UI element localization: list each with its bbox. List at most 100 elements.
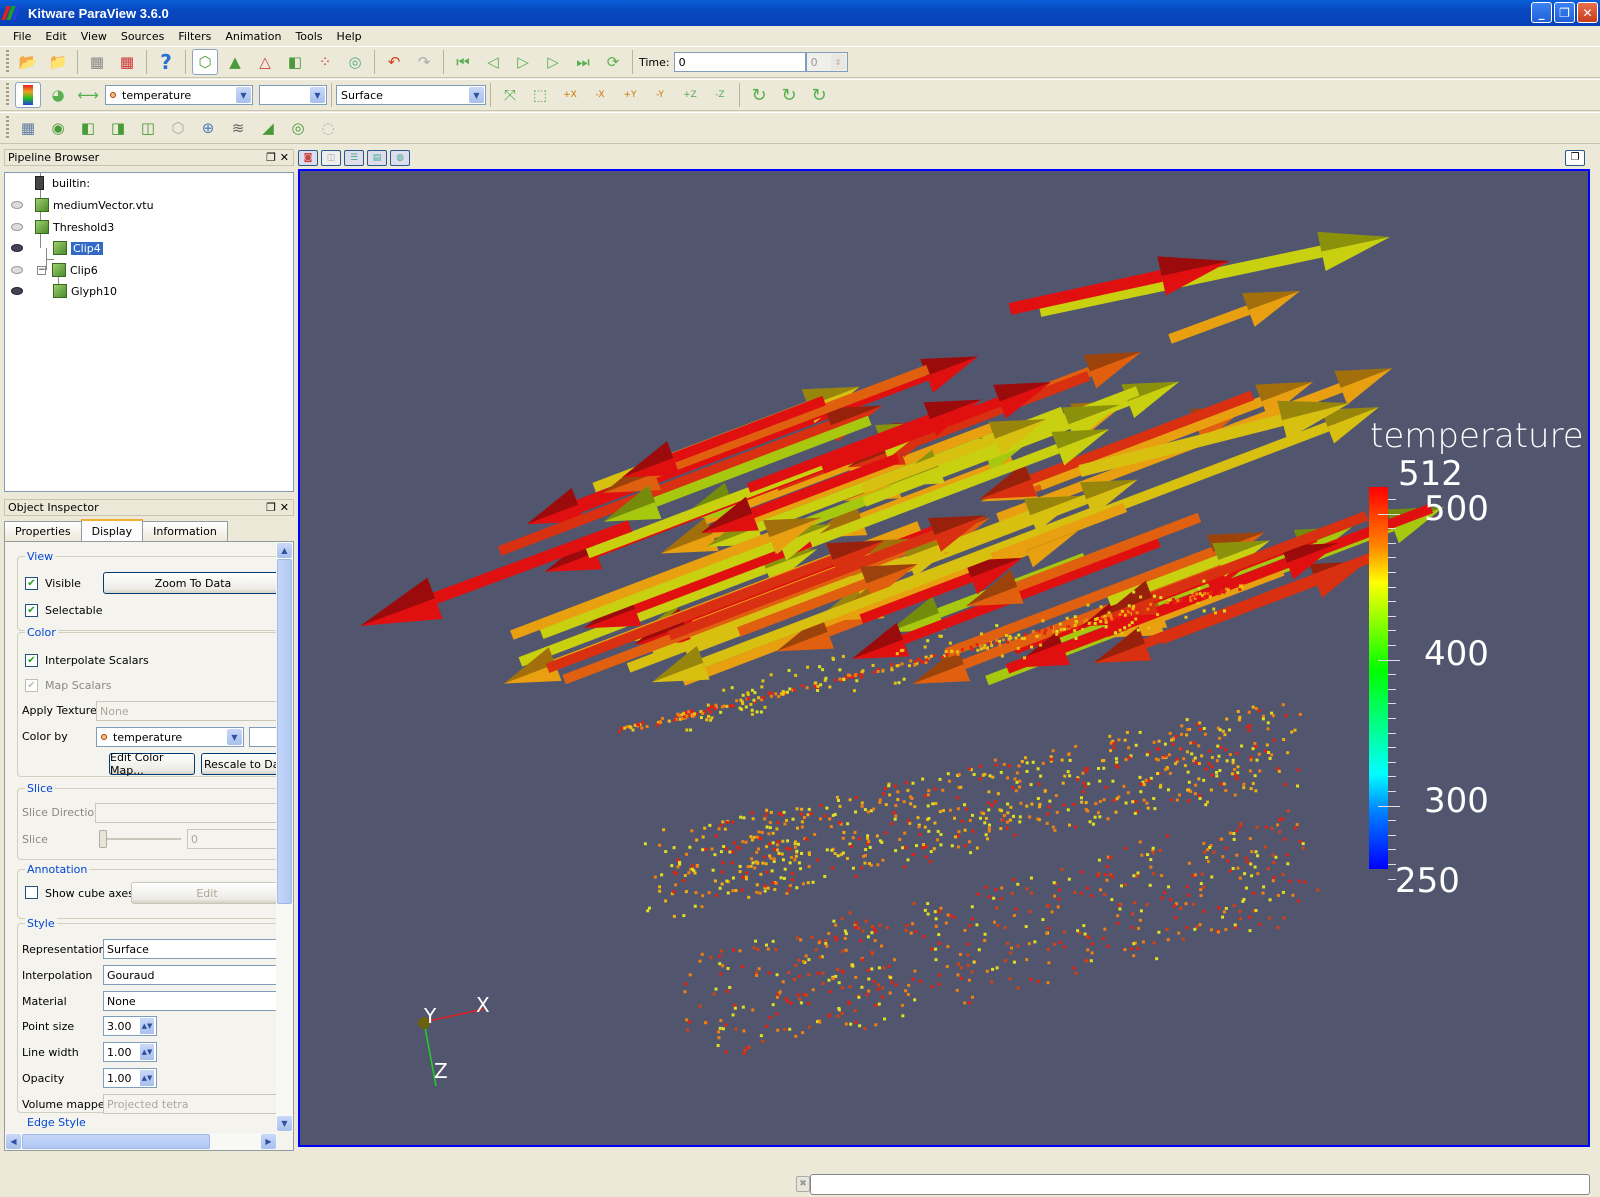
scroll-right-icon[interactable]: ▶ [261, 1134, 276, 1149]
menu-tools[interactable]: Tools [288, 30, 329, 43]
redo-icon[interactable]: ↷ [411, 49, 437, 75]
select-block-icon[interactable]: ⁘ [312, 49, 338, 75]
glyph-icon[interactable]: ⊕ [195, 115, 221, 141]
scroll-down-icon[interactable]: ▼ [277, 1116, 292, 1131]
point-size-spinbox[interactable]: 3.00 ▲▼ [103, 1016, 157, 1036]
menu-animation[interactable]: Animation [218, 30, 288, 43]
scroll-left-icon[interactable]: ◀ [6, 1134, 21, 1149]
rotate-center-icon[interactable]: ↻ [746, 82, 772, 108]
show-cube-axes-checkbox[interactable]: ✔ [25, 886, 38, 899]
calculator-icon[interactable]: ▦ [15, 115, 41, 141]
previous-frame-icon[interactable]: ◁ [480, 49, 506, 75]
menu-view[interactable]: View [74, 30, 114, 43]
tree-item-threshold3[interactable]: Threshold3 [5, 217, 285, 237]
warp-vector-icon[interactable]: ◢ [255, 115, 281, 141]
visibility-eye-icon[interactable] [11, 244, 23, 252]
minimize-button[interactable]: _ [1531, 2, 1552, 23]
connect-icon[interactable]: ▦ [84, 49, 110, 75]
select-cells-icon[interactable]: ⬡ [192, 49, 218, 75]
view-minus-y-icon[interactable]: -Y [647, 82, 673, 108]
representation-dropdown-inspector[interactable]: Surface [103, 939, 281, 959]
reset-camera-icon[interactable]: ⤧ [497, 82, 523, 108]
interpolation-dropdown[interactable]: Gouraud [103, 965, 281, 985]
inspector-vertical-scrollbar[interactable]: ▲ ▼ [276, 542, 293, 1132]
component-dropdown[interactable]: ▼ [259, 85, 327, 105]
visibility-eye-icon[interactable] [11, 201, 23, 209]
split-view-disabled-icon[interactable]: ◫ [321, 150, 341, 166]
camera-link-icon[interactable]: ◍ [390, 150, 410, 166]
rescale-to-data-button[interactable]: Rescale to Dat [201, 753, 283, 775]
visibility-eye-icon[interactable] [11, 287, 23, 295]
zoom-to-box-icon[interactable]: ⬚ [527, 82, 553, 108]
extract-subset-icon[interactable]: ⬡ [165, 115, 191, 141]
menu-filters[interactable]: Filters [171, 30, 218, 43]
tab-properties[interactable]: Properties [4, 521, 82, 541]
close-panel-icon[interactable]: ✕ [280, 151, 289, 164]
extract-level-icon[interactable]: ◌ [315, 115, 341, 141]
menu-edit[interactable]: Edit [38, 30, 73, 43]
tree-item-builtin[interactable]: builtin: [35, 173, 90, 193]
select-points-icon[interactable]: ▲ [222, 49, 248, 75]
line-width-spinbox[interactable]: 1.00 ▲▼ [103, 1042, 157, 1062]
float-panel-icon[interactable]: ❐ [266, 501, 276, 514]
restore-button[interactable]: ❐ [1554, 2, 1575, 23]
help-icon[interactable]: ? [153, 49, 179, 75]
visibility-eye-icon[interactable] [11, 223, 23, 231]
view-minus-x-icon[interactable]: -X [587, 82, 613, 108]
tree-item-mediumvector[interactable]: mediumVector.vtu [5, 195, 285, 215]
tab-information[interactable]: Information [142, 521, 228, 541]
group-datasets-icon[interactable]: ◎ [285, 115, 311, 141]
visible-checkbox[interactable]: ✔ [25, 577, 38, 590]
view-minus-z-icon[interactable]: -Z [707, 82, 733, 108]
apply-texture-dropdown[interactable]: None [96, 701, 281, 721]
toolbar-grip[interactable] [6, 50, 9, 74]
slice-icon[interactable]: ◨ [105, 115, 131, 141]
menu-sources[interactable]: Sources [114, 30, 172, 43]
zoom-to-data-button[interactable]: Zoom To Data [103, 572, 283, 594]
undo-icon[interactable]: ↶ [381, 49, 407, 75]
color-by-dropdown[interactable]: temperature ▼ [105, 85, 253, 105]
play-icon[interactable]: ▷ [510, 49, 536, 75]
map-scalars-checkbox[interactable]: ✔ [25, 679, 38, 692]
view-float-button[interactable]: ❐ [1565, 150, 1585, 166]
next-frame-icon[interactable]: ▷ [540, 49, 566, 75]
cube-axes-edit-button[interactable]: Edit [131, 882, 283, 904]
first-frame-icon[interactable]: ⏮ [450, 49, 476, 75]
disconnect-icon[interactable]: ▦ [114, 49, 140, 75]
select-frustum-icon[interactable]: △ [252, 49, 278, 75]
color-by-field[interactable]: temperature ▼ [96, 727, 244, 747]
material-dropdown[interactable]: None [103, 991, 281, 1011]
time-input[interactable]: 0 [673, 52, 806, 72]
pick-center-icon[interactable]: ◎ [342, 49, 368, 75]
lookmark-icon[interactable]: ▤ [367, 150, 387, 166]
contour-icon[interactable]: ◉ [45, 115, 71, 141]
scroll-up-icon[interactable]: ▲ [277, 543, 292, 558]
stream-tracer-icon[interactable]: ≋ [225, 115, 251, 141]
edit-color-map-icon[interactable]: ◕ [45, 82, 71, 108]
collapse-icon[interactable]: − [37, 265, 46, 275]
pick-rotate-center-icon[interactable]: ↻ [776, 82, 802, 108]
render-view[interactable]: temperature 512 250 500 400 300 Y X Z [298, 169, 1590, 1147]
spreadsheet-view-icon[interactable]: ☰ [344, 150, 364, 166]
visibility-eye-icon[interactable] [11, 266, 23, 274]
tree-item-clip4[interactable]: Clip4 [5, 238, 285, 258]
vertical-scroll-thumb[interactable] [277, 559, 292, 904]
menu-help[interactable]: Help [330, 30, 369, 43]
slice-slider[interactable] [99, 830, 107, 848]
clear-status-icon[interactable]: ✖ [796, 1176, 810, 1192]
capture-screenshot-icon[interactable]: ◙ [298, 150, 318, 166]
load-state-icon[interactable]: 📁 [45, 49, 71, 75]
threshold-icon[interactable]: ◫ [135, 115, 161, 141]
close-panel-icon[interactable]: ✕ [280, 501, 289, 514]
view-plus-y-icon[interactable]: +Y [617, 82, 643, 108]
open-file-icon[interactable]: 📂 [15, 49, 41, 75]
tab-display[interactable]: Display [80, 519, 144, 541]
toggle-color-legend-icon[interactable] [15, 82, 41, 108]
view-plus-z-icon[interactable]: +Z [677, 82, 703, 108]
reset-center-icon[interactable]: ↻ [806, 82, 832, 108]
float-panel-icon[interactable]: ❐ [266, 151, 276, 164]
representation-dropdown[interactable]: Surface ▼ [336, 85, 486, 105]
inspector-horizontal-scrollbar[interactable]: ◀ ▶ [5, 1133, 277, 1150]
tree-item-clip6[interactable]: − Clip6 [5, 260, 285, 280]
select-frustum-cells-icon[interactable]: ◧ [282, 49, 308, 75]
